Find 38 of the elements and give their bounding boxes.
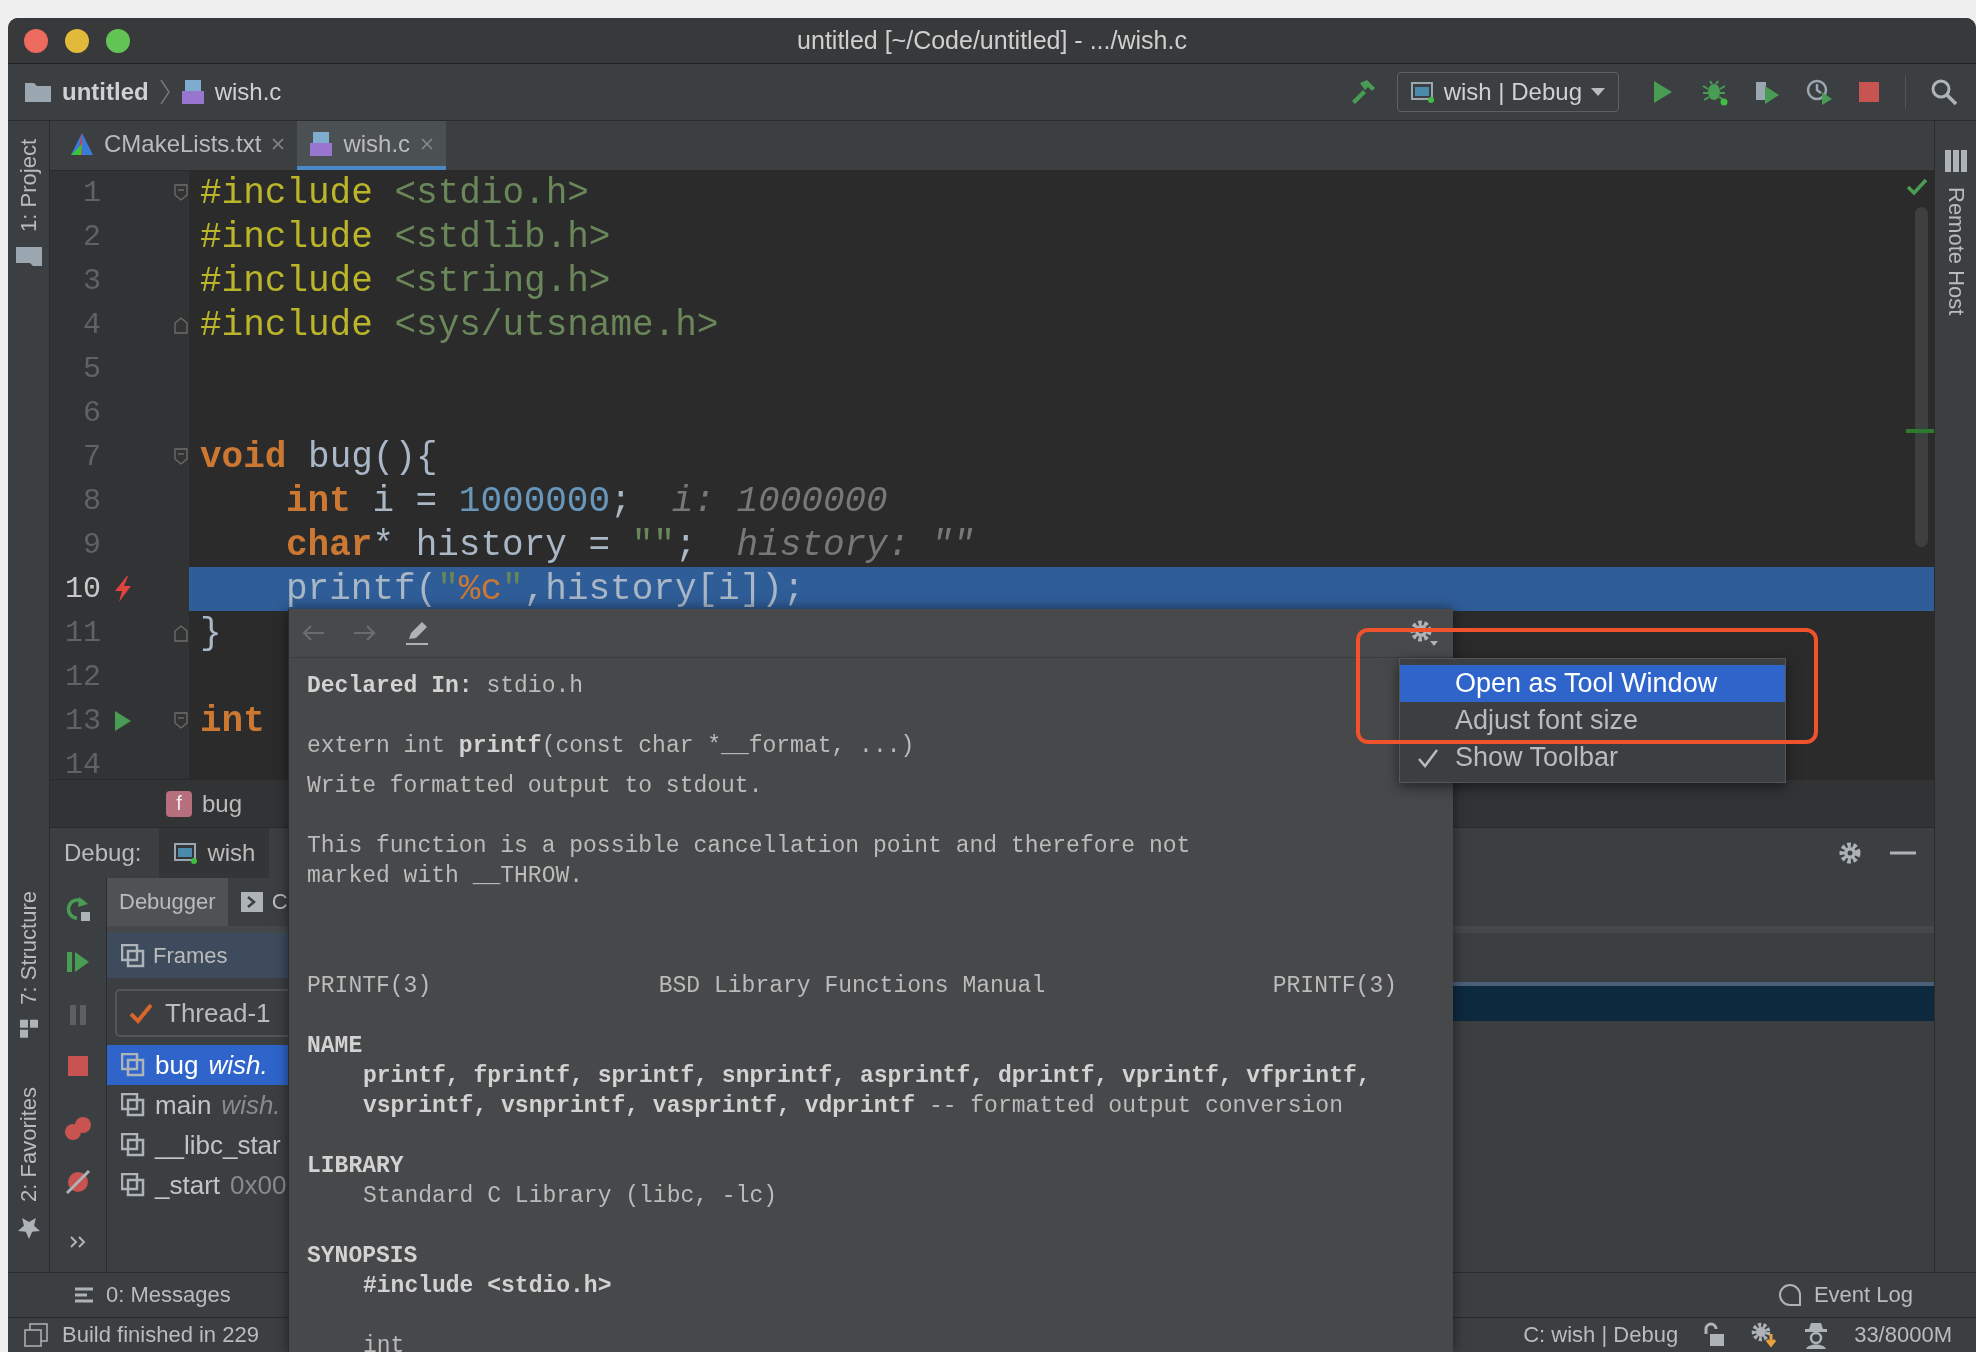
man-page-header: PRINTF(3) [1272, 972, 1397, 1001]
function-badge: f [166, 790, 192, 817]
frame-location: wish. [208, 1049, 268, 1081]
frame-function: main [155, 1089, 212, 1121]
code-line: #include <sys/utsname.h> [200, 304, 719, 346]
inline-value-hint: history: "" [736, 524, 975, 566]
frame-location: wish. [221, 1089, 281, 1121]
declaration-info: Declared In: stdio.h [307, 672, 585, 701]
frame-location: 0x00 [230, 1169, 287, 1201]
frame-function: bug [155, 1049, 199, 1081]
code-line: #include <stdlib.h> [200, 216, 611, 258]
status-message: Build finished in 229 [62, 1322, 259, 1348]
section-text: Standard C Library (libc, -lc) [362, 1182, 779, 1211]
section-heading: NAME [307, 1032, 364, 1061]
panel-title: Frames [153, 942, 228, 969]
man-page-header: BSD Library Functions Manual [658, 972, 1046, 1001]
code-line: #include <stdio.h> [200, 172, 589, 214]
inline-value-hint: i: 1000000 [671, 480, 888, 522]
summary-text: Write formatted output to stdout. [307, 772, 764, 801]
window-title: untitled [~/Code/untitled] - .../wish.c [796, 26, 1188, 55]
note-text: This function is a possible cancellation point and therefore not marked with __THROW. [307, 832, 1192, 891]
panel-title: Debug: [63, 838, 143, 868]
code-line: } [200, 612, 222, 654]
section-text: #include <stdio.h> int [362, 1272, 613, 1352]
line-number: 10 [64, 572, 101, 606]
code-line: void bug(){ [200, 436, 438, 478]
section-heading: SYNOPSIS [307, 1242, 419, 1271]
frame-function: _start [155, 1169, 221, 1201]
man-page-header: PRINTF(3) [307, 972, 432, 1001]
section-text: printf, fprintf, sprintf, snprintf, asprintf, dprintf, vprintf, vfprintf, vsprintf, vsnprintf, vasprintf, vdprintf -- formatted output conversion [362, 1062, 1372, 1121]
function-signature: extern int printf(const char *__format, ...) [307, 732, 916, 761]
code-line: printf("%c",history[i]); [286, 568, 805, 610]
code-line: int [200, 700, 265, 742]
code-line: int i = 1000000; [286, 480, 632, 522]
code-line: char* history = ""; [286, 524, 697, 566]
frame-function: __libc_star [155, 1129, 281, 1161]
code-line: #include <string.h> [200, 260, 611, 302]
section-heading: LIBRARY [307, 1152, 405, 1181]
